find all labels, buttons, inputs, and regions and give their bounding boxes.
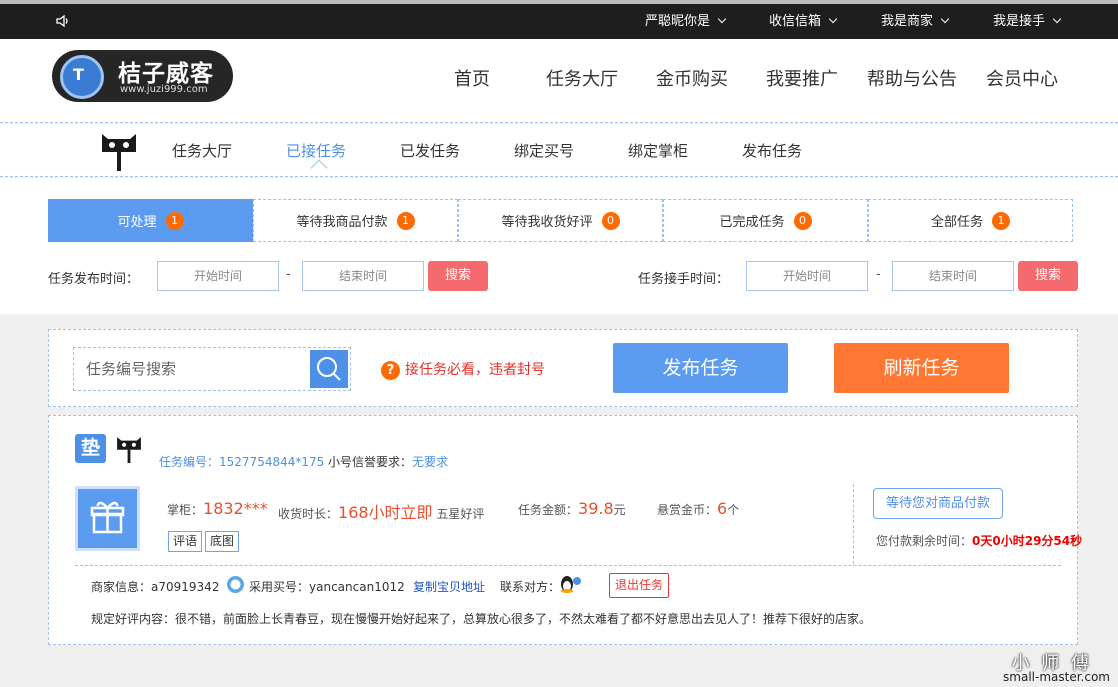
- range-dash: -: [876, 267, 881, 282]
- gift-icon: [90, 501, 125, 534]
- amount-info: 任务金额：39.8元: [518, 499, 626, 518]
- publish-task-button[interactable]: 发布任务: [613, 343, 788, 393]
- chevron-down-icon: [940, 14, 950, 24]
- nav-home[interactable]: 首页: [454, 65, 490, 91]
- publish-search-button[interactable]: 搜索: [428, 261, 488, 291]
- nav-promote[interactable]: 我要推广: [766, 65, 838, 91]
- tmall-cat-icon: [102, 134, 136, 171]
- refresh-task-button[interactable]: 刷新任务: [834, 343, 1009, 393]
- merchant-info: 商家信息：a70919342: [91, 580, 220, 594]
- nav-buy-coins[interactable]: 金币购买: [656, 65, 728, 91]
- messages-menu[interactable]: 收信信箱: [769, 4, 838, 39]
- await-payment-button[interactable]: 等待您对商品付款: [873, 488, 1003, 519]
- chevron-down-icon: [717, 14, 727, 24]
- divider: [75, 565, 1061, 566]
- top-bar: 严聪昵你是 收信信箱 我是商家 我是接手: [0, 0, 1118, 39]
- user-name: 严聪昵你是: [645, 14, 711, 29]
- count-badge: 1: [396, 211, 415, 230]
- task-id-search-input[interactable]: 任务编号搜索: [73, 347, 351, 391]
- accept-end-input[interactable]: 结束时间: [892, 261, 1014, 291]
- subnav-published-tasks[interactable]: 已发任务: [400, 140, 460, 161]
- reward-info: 悬赏金币：6个: [657, 499, 740, 518]
- filter-area: 可处理 1 等待我商品付款 1 等待我收货好评 0 已完成任务 0 全部任务 1 任务发布…: [0, 178, 1118, 314]
- copy-item-link[interactable]: 复制宝贝地址: [413, 578, 485, 595]
- nav-task-hall[interactable]: 任务大厅: [546, 65, 618, 91]
- review-requirement: 规定好评内容：很不错，前面脸上长青春豆，现在慢慢开始好起来了，总算放心很多了，不…: [91, 612, 872, 626]
- credit-requirement: 小号信誉要求：无要求: [328, 455, 449, 469]
- warning-link[interactable]: ? 接任务必看，违者封号: [381, 359, 545, 380]
- divider: [853, 484, 854, 564]
- image-tag-button[interactable]: 底图: [205, 531, 240, 552]
- count-badge: 0: [793, 211, 812, 230]
- duration-info: 收货时长：168小时立即 五星好评: [278, 503, 485, 522]
- task-card: 垫 任务编号：1527754844*175 小号信誉要求：无要求 掌柜：1832…: [48, 415, 1082, 645]
- buyer-account: 采用买号：yancancan1012: [249, 580, 405, 594]
- sub-nav: 任务大厅 已接任务 已发任务 绑定买号 绑定掌柜 发布任务: [0, 124, 1118, 177]
- question-icon: ?: [381, 361, 400, 380]
- merchant-menu[interactable]: 我是商家: [881, 4, 950, 39]
- logo-name: 桔子威客: [118, 61, 214, 87]
- receiver-label: 我是接手: [993, 14, 1046, 29]
- chevron-down-icon: [828, 14, 838, 24]
- subnav-task-hall[interactable]: 任务大厅: [172, 140, 232, 161]
- merchant-label: 我是商家: [881, 14, 934, 29]
- tab-await-review[interactable]: 等待我收货好评 0: [458, 199, 663, 242]
- search-icon: [317, 357, 341, 381]
- chevron-down-icon: [1052, 14, 1062, 24]
- quit-task-button[interactable]: 退出任务: [609, 573, 670, 598]
- search-button[interactable]: [310, 350, 348, 388]
- tab-processable[interactable]: 可处理 1: [48, 199, 253, 242]
- subnav-bind-shop[interactable]: 绑定掌柜: [628, 140, 688, 161]
- task-id: 任务编号：1527754844*175: [159, 455, 325, 469]
- accept-time-label: 任务接手时间：: [638, 272, 730, 287]
- tab-completed[interactable]: 已完成任务 0: [663, 199, 868, 242]
- review-tag-button[interactable]: 评语: [168, 531, 203, 552]
- user-menu[interactable]: 严聪昵你是: [645, 4, 727, 39]
- site-logo[interactable]: T 桔子威客 www.juzi999.com: [52, 50, 233, 102]
- product-image[interactable]: [75, 486, 140, 551]
- accept-search-button[interactable]: 搜索: [1018, 261, 1078, 291]
- tab-await-payment[interactable]: 等待我商品付款 1: [253, 199, 458, 242]
- publish-end-input[interactable]: 结束时间: [302, 261, 424, 291]
- mascot-icon: T: [60, 55, 104, 99]
- shop-info: 掌柜：1832***: [167, 499, 268, 518]
- advance-pay-icon: 垫: [75, 434, 106, 463]
- active-caret: [310, 159, 328, 177]
- subnav-bind-buyer[interactable]: 绑定买号: [514, 140, 574, 161]
- range-dash: -: [286, 267, 291, 282]
- count-badge: 0: [601, 211, 620, 230]
- site-header: T 桔子威客 www.juzi999.com 首页 任务大厅 金币购买 我要推广…: [0, 39, 1118, 123]
- tab-all[interactable]: 全部任务 1: [868, 199, 1073, 242]
- subnav-publish-task[interactable]: 发布任务: [742, 140, 802, 161]
- accept-start-input[interactable]: 开始时间: [746, 261, 868, 291]
- nav-member-center[interactable]: 会员中心: [986, 65, 1058, 91]
- logo-url: www.juzi999.com: [120, 84, 208, 95]
- publish-time-label: 任务发布时间：: [48, 272, 140, 287]
- count-badge: 1: [165, 211, 184, 230]
- contact-label: 联系对方：: [500, 580, 561, 594]
- qq-icon[interactable]: [559, 574, 583, 594]
- remaining-time: 您付款剩余时间：0天0小时29分54秒: [876, 534, 1083, 548]
- count-badge: 1: [992, 211, 1010, 230]
- publish-start-input[interactable]: 开始时间: [157, 261, 279, 291]
- subnav-accepted-tasks[interactable]: 已接任务: [286, 140, 346, 161]
- nav-help[interactable]: 帮助与公告: [867, 65, 957, 91]
- tmall-cat-icon: [117, 437, 141, 463]
- watermark-site: small-master.com: [1003, 670, 1110, 684]
- task-toolbar: 任务编号搜索 ? 接任务必看，违者封号 发布任务 刷新任务: [48, 329, 1078, 407]
- messages-label: 收信信箱: [769, 14, 822, 29]
- speaker-icon[interactable]: [55, 13, 71, 29]
- wangwang-icon: [227, 576, 244, 593]
- receiver-menu[interactable]: 我是接手: [993, 4, 1062, 39]
